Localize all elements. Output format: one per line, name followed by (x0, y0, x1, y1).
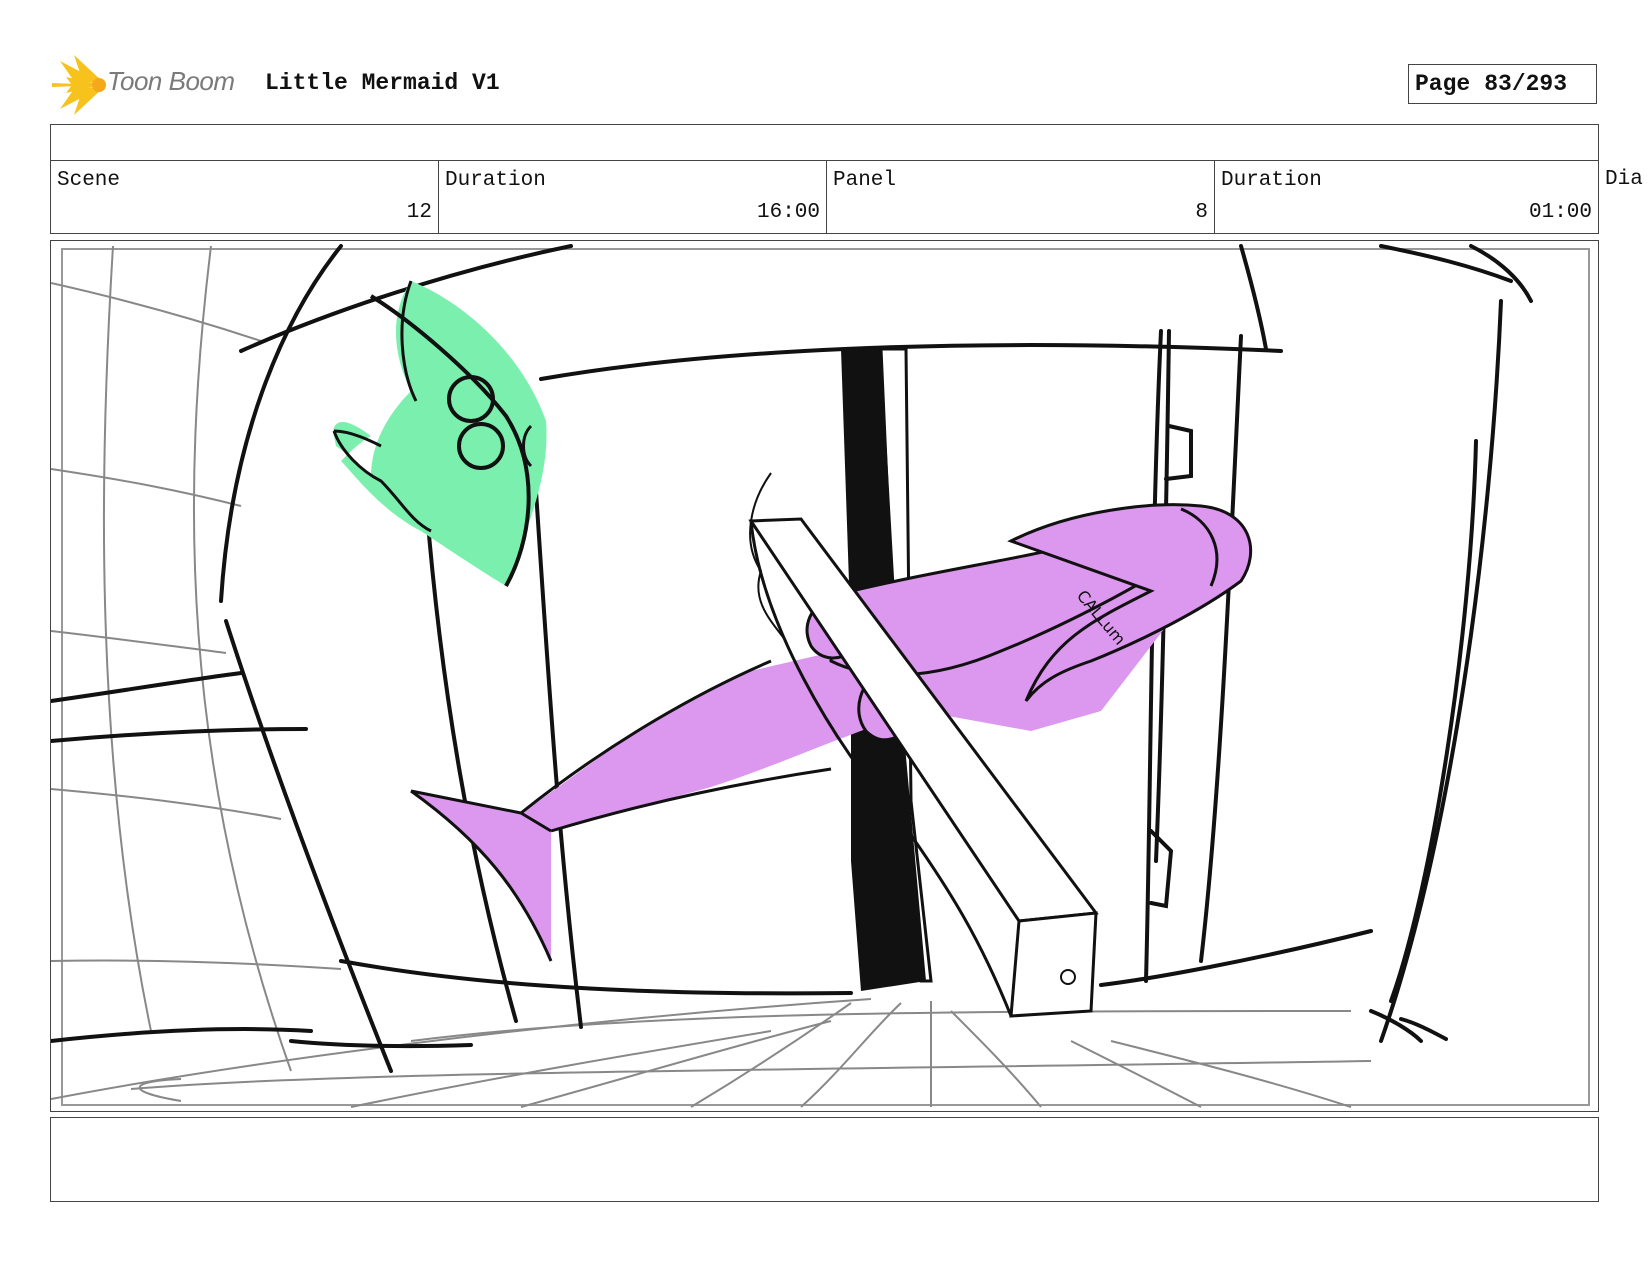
panel-notes-box (50, 1117, 1599, 1202)
scene-duration-label: Duration (445, 169, 546, 192)
toon-boom-logo: Toon Boom (52, 55, 252, 115)
caption-row (50, 124, 1599, 161)
logo-text: Toon Boom (107, 66, 235, 96)
panel-duration-label: Duration (1221, 169, 1322, 192)
dialogue-label: Dia (1605, 168, 1643, 191)
panel-value: 8 (1195, 201, 1208, 224)
page-number: 83/293 (1484, 71, 1568, 97)
set-lines (51, 244, 1533, 1073)
project-title: Little Mermaid V1 (265, 70, 500, 96)
panel-cell: Panel 8 (827, 161, 1215, 233)
sun-burst-icon (52, 55, 106, 115)
panel-info-row: Scene 12 Duration 16:00 Panel 8 Duration… (50, 160, 1599, 234)
panel-duration-cell: Duration 01:00 (1215, 161, 1598, 233)
page-indicator: Page 83/293 (1408, 64, 1597, 104)
scene-cell: Scene 12 (51, 161, 439, 233)
page-label: Page (1415, 71, 1471, 97)
green-fish (332, 280, 547, 587)
scene-duration-cell: Duration 16:00 (439, 161, 827, 233)
panel-duration-value: 01:00 (1528, 201, 1592, 224)
scene-value: 12 (406, 201, 432, 224)
scene-duration-value: 16:00 (756, 201, 820, 224)
scene-label: Scene (57, 169, 121, 192)
net-lines (51, 245, 1372, 1108)
panel-sketch: CALLum (51, 244, 1590, 1108)
storyboard-panel: CALLum (50, 240, 1599, 1112)
panel-label: Panel (833, 169, 897, 192)
